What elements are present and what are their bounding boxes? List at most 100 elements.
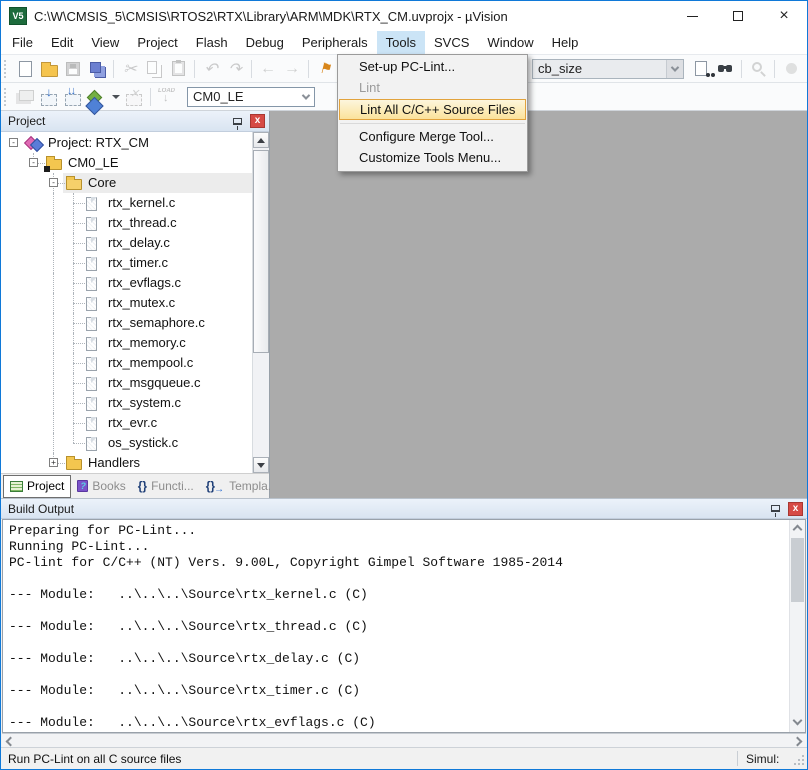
tree-guide bbox=[73, 263, 85, 264]
collapse-icon[interactable]: - bbox=[9, 138, 18, 147]
pin-icon[interactable] bbox=[233, 118, 242, 125]
tree-scrollbar[interactable] bbox=[252, 132, 269, 473]
save-icon bbox=[66, 62, 80, 76]
pin-icon[interactable] bbox=[771, 505, 780, 512]
build-button[interactable] bbox=[37, 85, 61, 109]
menu-item-lint-all-c-c-source-files[interactable]: Lint All C/C++ Source Files bbox=[339, 99, 526, 120]
tree-row-rtx-system-c[interactable]: rtx_system.c bbox=[1, 393, 252, 413]
menu-item-configure-merge-tool[interactable]: Configure Merge Tool... bbox=[338, 127, 527, 148]
tree-guide bbox=[53, 313, 54, 333]
tree-row-rtx-mutex-c[interactable]: rtx_mutex.c bbox=[1, 293, 252, 313]
tab-project[interactable]: Project bbox=[3, 475, 71, 498]
menu-help[interactable]: Help bbox=[543, 31, 588, 54]
tree-row-rtx-evflags-c[interactable]: rtx_evflags.c bbox=[1, 273, 252, 293]
scroll-left-icon[interactable] bbox=[6, 737, 16, 747]
tree-row-core[interactable]: -Core bbox=[1, 173, 252, 193]
menu-edit[interactable]: Edit bbox=[42, 31, 82, 54]
navigate-back-button[interactable] bbox=[256, 57, 280, 81]
menu-file[interactable]: File bbox=[3, 31, 42, 54]
scroll-right-icon[interactable] bbox=[793, 737, 803, 747]
tree-row-rtx-thread-c[interactable]: rtx_thread.c bbox=[1, 213, 252, 233]
tree-row-handlers[interactable]: +Handlers bbox=[1, 453, 252, 473]
scroll-up-icon[interactable] bbox=[793, 525, 803, 535]
tree-guide bbox=[73, 223, 85, 224]
target-select-combo[interactable]: CM0_LE bbox=[187, 87, 315, 107]
toolbar-grip[interactable] bbox=[4, 60, 9, 78]
tree-row-project-rtx-cm[interactable]: -Project: RTX_CM bbox=[1, 133, 252, 153]
batch-build-button[interactable] bbox=[85, 85, 109, 109]
scrollbar-thumb[interactable] bbox=[253, 150, 269, 353]
tab-functi[interactable]: {}Functi... bbox=[132, 475, 200, 498]
output-horizontal-scrollbar[interactable] bbox=[2, 733, 806, 747]
collapse-icon[interactable]: - bbox=[29, 158, 38, 167]
tree-row-rtx-kernel-c[interactable]: rtx_kernel.c bbox=[1, 193, 252, 213]
rebuild-button[interactable] bbox=[61, 85, 85, 109]
tree-row-rtx-msgqueue-c[interactable]: rtx_msgqueue.c bbox=[1, 373, 252, 393]
paste-button[interactable] bbox=[166, 57, 190, 81]
tree-row-rtx-timer-c[interactable]: rtx_timer.c bbox=[1, 253, 252, 273]
tree-row-rtx-evr-c[interactable]: rtx_evr.c bbox=[1, 413, 252, 433]
panel-close-icon[interactable]: x bbox=[250, 114, 265, 128]
menu-item-customize-tools-menu[interactable]: Customize Tools Menu... bbox=[338, 148, 527, 169]
menu-window[interactable]: Window bbox=[478, 31, 542, 54]
scrollbar-thumb[interactable] bbox=[791, 538, 804, 602]
maximize-button[interactable] bbox=[715, 1, 761, 31]
build-output-header: Build Output x bbox=[1, 499, 807, 519]
tab-books[interactable]: Books bbox=[71, 475, 131, 498]
cut-button[interactable] bbox=[118, 57, 142, 81]
navigate-forward-button[interactable] bbox=[280, 57, 304, 81]
menu-project[interactable]: Project bbox=[128, 31, 186, 54]
scroll-down-icon[interactable] bbox=[253, 457, 269, 473]
bookmark-button[interactable] bbox=[313, 57, 337, 81]
zoom-button[interactable] bbox=[746, 57, 770, 81]
new-file-button[interactable] bbox=[13, 57, 37, 81]
find-in-files-button[interactable] bbox=[689, 57, 713, 81]
menu-debug[interactable]: Debug bbox=[237, 31, 293, 54]
output-line bbox=[3, 603, 788, 619]
tree-row-rtx-mempool-c[interactable]: rtx_mempool.c bbox=[1, 353, 252, 373]
find-button[interactable] bbox=[713, 57, 737, 81]
file-icon bbox=[86, 197, 97, 211]
batch-build-dropdown-button[interactable] bbox=[109, 85, 122, 109]
translate-button[interactable] bbox=[13, 85, 37, 109]
build-output-content[interactable]: Preparing for PC-Lint...Running PC-Lint.… bbox=[2, 519, 806, 733]
menu-item-set-up-pc-lint[interactable]: Set-up PC-Lint... bbox=[338, 57, 527, 78]
toolbar-grip[interactable] bbox=[4, 88, 9, 106]
menu-peripherals[interactable]: Peripherals bbox=[293, 31, 377, 54]
save-all-icon bbox=[90, 62, 101, 73]
tree-row-rtx-delay-c[interactable]: rtx_delay.c bbox=[1, 233, 252, 253]
save-all-button[interactable] bbox=[85, 57, 109, 81]
search-combo[interactable]: cb_size bbox=[532, 59, 684, 79]
undo-button[interactable] bbox=[199, 57, 223, 81]
menu-flash[interactable]: Flash bbox=[187, 31, 237, 54]
minimize-button[interactable] bbox=[669, 1, 715, 31]
tree-row-rtx-memory-c[interactable]: rtx_memory.c bbox=[1, 333, 252, 353]
menu-tools[interactable]: Tools bbox=[377, 31, 425, 54]
resize-grip[interactable] bbox=[792, 755, 804, 767]
project-panel-title: Project bbox=[8, 114, 233, 128]
expand-icon[interactable]: + bbox=[49, 458, 58, 467]
tree-row-cm0-le[interactable]: -CM0_LE bbox=[1, 153, 252, 173]
panel-close-icon[interactable]: x bbox=[788, 502, 803, 516]
output-vertical-scrollbar[interactable] bbox=[789, 520, 805, 732]
menu-item-lint[interactable]: Lint bbox=[338, 78, 527, 99]
download-to-flash-button[interactable] bbox=[155, 85, 179, 109]
tree-row-os-systick-c[interactable]: os_systick.c bbox=[1, 433, 252, 453]
save-button[interactable] bbox=[61, 57, 85, 81]
scroll-up-icon[interactable] bbox=[253, 132, 269, 148]
record-button[interactable] bbox=[779, 57, 803, 81]
redo-button[interactable] bbox=[223, 57, 247, 81]
close-button[interactable]: × bbox=[761, 1, 807, 31]
copy-button[interactable] bbox=[142, 57, 166, 81]
folder-icon bbox=[66, 459, 82, 470]
output-line: Running PC-Lint... bbox=[3, 539, 788, 555]
menu-view[interactable]: View bbox=[82, 31, 128, 54]
chevron-down-icon[interactable] bbox=[297, 88, 314, 106]
chevron-down-icon[interactable] bbox=[666, 60, 683, 78]
scroll-down-icon[interactable] bbox=[793, 716, 803, 726]
menu-svcs[interactable]: SVCS bbox=[425, 31, 478, 54]
stop-build-button[interactable] bbox=[122, 85, 146, 109]
collapse-icon[interactable]: - bbox=[49, 178, 58, 187]
open-file-button[interactable] bbox=[37, 57, 61, 81]
tree-row-rtx-semaphore-c[interactable]: rtx_semaphore.c bbox=[1, 313, 252, 333]
